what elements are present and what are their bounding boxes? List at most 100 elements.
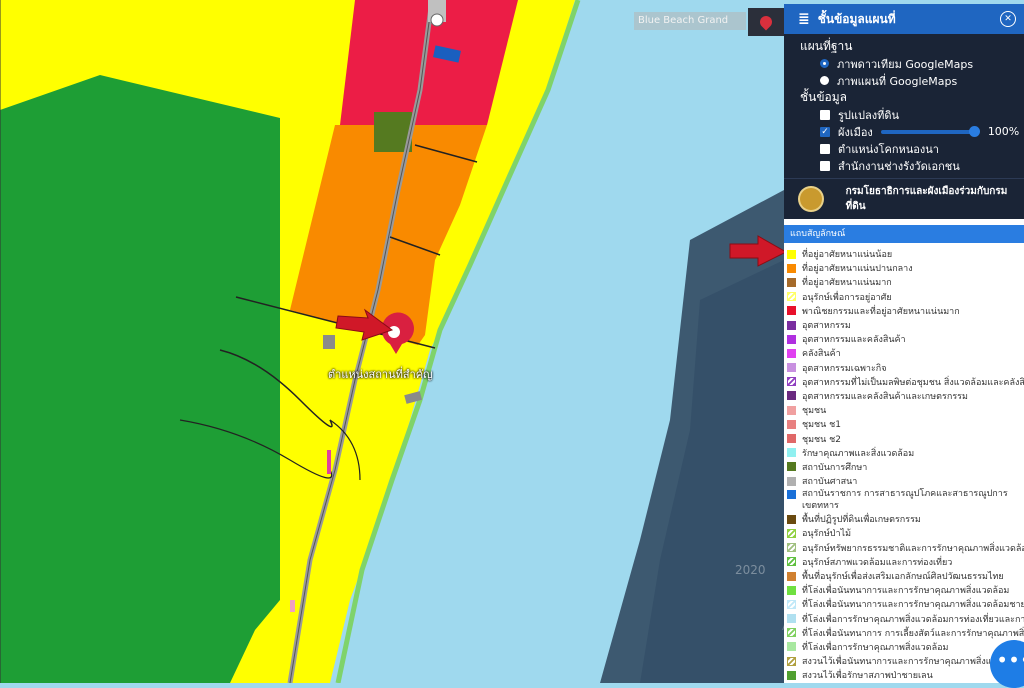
marker-icon: [757, 13, 775, 31]
checkbox-unchecked[interactable]: [820, 109, 830, 120]
slider-thumb[interactable]: [968, 125, 980, 137]
legend-label: ที่อยู่อาศัยหนาแน่นน้อย: [802, 250, 893, 261]
legend-label: สงวนไว้เพื่อรักษาสภาพป่าชายเลน: [802, 671, 933, 682]
legend-swatch: [787, 490, 796, 500]
legend-swatch: [787, 434, 796, 444]
watermark-year: 2020: [735, 563, 766, 577]
opacity-slider[interactable]: [880, 125, 980, 137]
legend-label: สงวนไว้เพื่อนันทนาการและการรักษาคุณภาพสิ…: [802, 657, 1020, 668]
layers-section-title: ชั้นข้อมูล: [800, 90, 848, 104]
legend-label: อุตสาหกรรม: [802, 321, 851, 332]
legend-label: พื้นที่อนุรักษ์เพื่อส่งเสริมเอกลักษณ์ศิล…: [802, 572, 1004, 583]
legend-item: อุตสาหกรรมที่ไม่เป็นมลพิษต่อชุมชน สิ่งแว…: [784, 375, 1024, 389]
basemap-label: ภาพแผนที่ GoogleMaps: [837, 74, 958, 88]
legend-item: พื้นที่ปฏิรูปที่ดินเพื่อเกษตรกรรม: [784, 512, 1024, 526]
legend-label: อนุรักษ์เพื่อการอยู่อาศัย: [802, 292, 892, 303]
legend-swatch: [787, 448, 796, 458]
layer-option-cityplan[interactable]: ✓ ผังเมือง 100%: [784, 123, 1024, 140]
legend-item: ที่โล่งเพื่อการรักษาคุณภาพสิ่งแวดล้อม: [784, 640, 1024, 654]
legend-swatch: [787, 405, 796, 415]
legend-label: ที่โล่งเพื่อการรักษาคุณภาพสิ่งแวดล้อมการ…: [802, 614, 1024, 625]
legend-swatch: [787, 277, 796, 287]
radio-unselected[interactable]: [820, 76, 829, 85]
map-control-marker[interactable]: [748, 8, 784, 36]
legend-item: ชุมชน ช1: [784, 417, 1024, 431]
legend-item: สงวนไว้เพื่อรักษาสภาพป่าชายเลน: [784, 668, 1024, 682]
legend-item: อุตสาหกรรม: [784, 318, 1024, 332]
legend-swatch: [787, 571, 796, 581]
legend-item: สงวนไว้เพื่อนันทนาการและการรักษาคุณภาพสิ…: [784, 654, 1024, 668]
legend-label: อุตสาหกรรมที่ไม่เป็นมลพิษต่อชุมชน สิ่งแว…: [802, 377, 1024, 388]
legend-swatch: [787, 642, 796, 652]
legend-label: พื้นที่ปฏิรูปที่ดินเพื่อเกษตรกรรม: [802, 515, 921, 526]
legend-label: สถาบันราชการ การสาธารณูปโภคและสาธารณูปกา…: [802, 489, 1008, 512]
panel-options: แผนที่ฐาน ภาพดาวเทียม GoogleMaps ภาพแผนท…: [784, 34, 1024, 178]
layer-label: ตำแหน่งโคกหนองนา: [838, 142, 939, 156]
legend-label: สถาบันศาสนา: [802, 477, 858, 488]
layer-label: รูปแปลงที่ดิน: [838, 108, 899, 122]
legend-swatch: [787, 528, 796, 538]
legend-label: อนุรักษ์ป่าไม้: [802, 529, 851, 540]
zone-green-area: [0, 75, 280, 683]
legend-swatch: [787, 320, 796, 330]
legend-label: อุตสาหกรรมและคลังสินค้าและเกษตรกรรม: [802, 391, 968, 402]
legend-swatch: [787, 249, 796, 259]
legend-label: ชุมชน: [802, 406, 827, 417]
legend-label: สถาบันการศึกษา: [802, 462, 868, 473]
checkbox-checked[interactable]: ✓: [820, 126, 830, 137]
basemap-section-title: แผนที่ฐาน: [800, 39, 853, 53]
legend-item: อนุรักษ์ป่าไม้: [784, 526, 1024, 540]
top-place-label[interactable]: Blue Beach Grand: [634, 12, 746, 30]
legend-label: ชุมชน ช1: [802, 420, 841, 431]
agency-name: กรมโยธาธิการและผังเมืองร่วมกับกรมที่ดิน: [845, 186, 1008, 212]
basemap-label: ภาพดาวเทียม GoogleMaps: [837, 57, 974, 71]
checkbox-unchecked[interactable]: [820, 143, 830, 154]
legend-swatch: [787, 419, 796, 429]
legend-swatch: [787, 628, 796, 638]
legend-swatch: [787, 599, 796, 609]
legend-swatch: [787, 543, 796, 553]
layer-option-parcels[interactable]: รูปแปลงที่ดิน: [784, 106, 1024, 123]
legend-swatch: [787, 348, 796, 358]
legend-label: อุตสาหกรรมเฉพาะกิจ: [802, 363, 887, 374]
layer-label: ผังเมือง: [838, 125, 873, 139]
legend-label: อนุรักษ์สภาพแวดล้อมและการท่องเที่ยว: [802, 557, 953, 568]
legend-label: อนุรักษ์ทรัพยากรธรรมชาติและการรักษาคุณภา…: [802, 543, 1024, 554]
legend-label: ชุมชน ช2: [802, 434, 841, 445]
legend-label: รักษาคุณภาพและสิ่งแวดล้อม: [802, 448, 915, 459]
legend-swatch: [787, 670, 796, 680]
legend-swatch: [787, 363, 796, 373]
place-label[interactable]: ตำแหน่งสถานที่สำคัญ: [328, 365, 433, 383]
legend-label: ที่อยู่อาศัยหนาแน่นปานกลาง: [802, 264, 913, 275]
close-icon[interactable]: ✕: [1000, 11, 1016, 27]
legend-label: ที่อยู่อาศัยหนาแน่นมาก: [802, 278, 892, 289]
legend-swatch: [787, 263, 796, 273]
opacity-value: 100%: [987, 125, 1020, 138]
legend-item: พื้นที่อนุรักษ์เพื่อส่งเสริมเอกลักษณ์ศิล…: [784, 569, 1024, 583]
legend-swatch: [787, 292, 796, 302]
legend-item: ที่อยู่อาศัยหนาแน่นปานกลาง: [784, 261, 1024, 275]
basemap-option-satellite[interactable]: ภาพดาวเทียม GoogleMaps: [784, 55, 1024, 72]
legend-label: อุตสาหกรรมและคลังสินค้า: [802, 335, 906, 346]
legend-swatch: [787, 476, 796, 486]
checkbox-unchecked[interactable]: [820, 160, 830, 171]
layer-label: สำนักงานช่างรังวัดเอกชน: [838, 159, 960, 173]
legend-item: ชุมชน ช2: [784, 431, 1024, 445]
radio-selected[interactable]: [820, 59, 829, 68]
legend-item: อุตสาหกรรมและคลังสินค้า: [784, 332, 1024, 346]
basemap-option-map[interactable]: ภาพแผนที่ GoogleMaps: [784, 72, 1024, 89]
legend-item: พาณิชยกรรมและที่อยู่อาศัยหนาแน่นมาก: [784, 304, 1024, 318]
legend-item: สถาบันการศึกษา: [784, 460, 1024, 474]
legend-label: ที่โล่งเพื่อนันทนาการและการรักษาคุณภาพสิ…: [802, 600, 1024, 611]
legend-swatch: [787, 614, 796, 624]
legend-item: สถาบันศาสนา: [784, 474, 1024, 488]
legend-swatch: [787, 656, 796, 666]
layer-option-khoknongna[interactable]: ตำแหน่งโคกหนองนา: [784, 140, 1024, 157]
legend-item: รักษาคุณภาพและสิ่งแวดล้อม: [784, 446, 1024, 460]
legend-item: อนุรักษ์สภาพแวดล้อมและการท่องเที่ยว: [784, 555, 1024, 569]
legend-item: สถาบันราชการ การสาธารณูปโภคและสาธารณูปกา…: [784, 488, 1024, 512]
legend-item: ที่โล่งเพื่อนันทนาการและการรักษาคุณภาพสิ…: [784, 583, 1024, 597]
legend-item: ที่อยู่อาศัยหนาแน่นน้อย: [784, 247, 1024, 261]
agency-seal-icon: [798, 186, 824, 212]
layer-option-surveyors[interactable]: สำนักงานช่างรังวัดเอกชน: [784, 157, 1024, 174]
